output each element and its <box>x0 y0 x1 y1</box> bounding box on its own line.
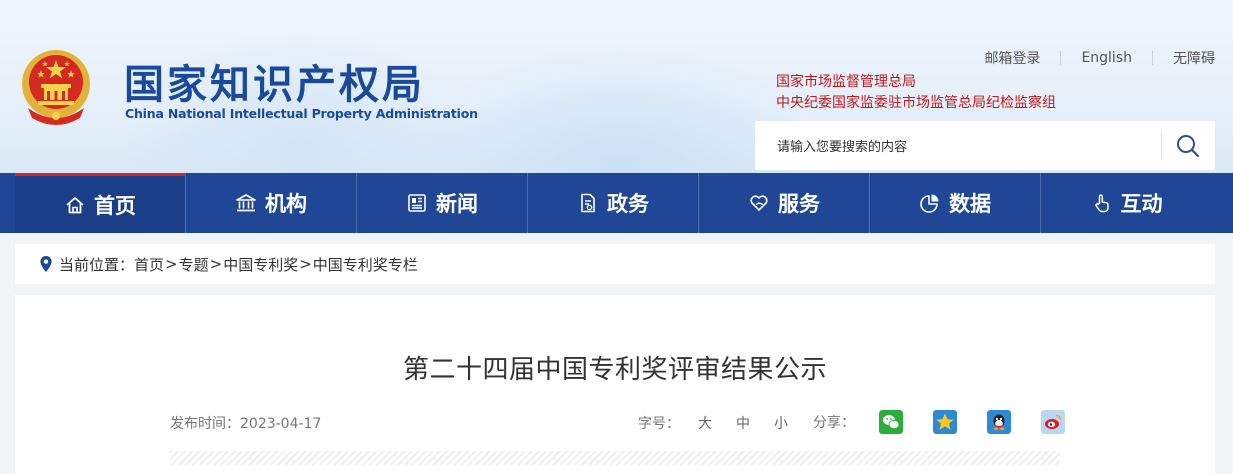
hand-pointer-icon <box>1094 194 1109 213</box>
search-input[interactable] <box>775 135 1159 159</box>
nav-label: 互动 <box>1120 192 1163 216</box>
wechat-icon[interactable] <box>879 410 903 434</box>
nav-label: 首页 <box>94 193 136 218</box>
divider <box>170 451 1060 465</box>
location-pin-icon <box>40 256 52 272</box>
site-logo-subtitle[interactable]: China National Intellectual Property Adm… <box>125 106 478 121</box>
divider <box>1152 51 1153 65</box>
nav-label: 数据 <box>949 192 991 216</box>
font-size-small-button[interactable]: 小 <box>774 413 788 433</box>
breadcrumb-link-topics[interactable]: 专题 <box>179 254 209 275</box>
divider <box>1060 51 1062 65</box>
nav-item-institution[interactable]: 机构 <box>186 173 357 233</box>
nav-item-government-affairs[interactable]: 政务 <box>528 173 699 233</box>
breadcrumb-separator: > <box>165 255 178 273</box>
breadcrumb-link-home[interactable]: 首页 <box>134 254 164 275</box>
english-link[interactable]: English <box>1081 50 1132 66</box>
nav-label: 服务 <box>778 192 820 216</box>
qzone-icon[interactable] <box>933 410 957 434</box>
font-size-large-button[interactable]: 大 <box>698 413 712 433</box>
search-icon[interactable] <box>1171 131 1205 161</box>
article-title: 第二十四届中国专利奖评审结果公示 <box>402 355 827 385</box>
nav-label: 新闻 <box>436 192 478 216</box>
org-link-samr[interactable]: 国家市场监督管理总局 <box>776 72 1056 93</box>
font-size-controls: 字号： 大 中 小 <box>638 413 788 433</box>
nav-item-interaction[interactable]: 互动 <box>1041 173 1212 233</box>
document-icon <box>581 193 595 213</box>
org-link-discipline-group[interactable]: 中央纪委国家监委驻市场监管总局纪检监察组 <box>776 93 1056 114</box>
font-size-medium-button[interactable]: 中 <box>736 413 750 433</box>
breadcrumb-separator: > <box>299 255 312 273</box>
newspaper-icon <box>408 194 426 212</box>
national-emblem-icon <box>22 50 90 125</box>
publish-date-label: 发布时间： <box>170 416 240 432</box>
home-icon <box>66 196 84 213</box>
accessibility-link[interactable]: 无障碍 <box>1173 48 1215 68</box>
heart-hand-icon <box>750 195 768 211</box>
breadcrumb-separator: > <box>209 255 223 273</box>
nav-label: 政务 <box>607 192 649 216</box>
share-bar: 分享： <box>813 410 1065 434</box>
main-nav: 首页 机构 新闻 政务 服务 数据 互动 <box>0 173 1233 233</box>
qq-icon[interactable] <box>987 410 1011 434</box>
nav-item-home[interactable]: 首页 <box>15 173 186 233</box>
article-panel: 第二十四届中国专利奖评审结果公示 发布时间：2023-04-17 字号： 大 中… <box>15 295 1215 474</box>
share-label: 分享： <box>813 415 855 431</box>
site-header: 国家知识产权局 China National Intellectual Prop… <box>0 0 1233 173</box>
font-size-label: 字号： <box>638 416 680 432</box>
parent-organizations: 国家市场监督管理总局 中央纪委国家监委驻市场监管总局纪检监察组 <box>776 72 1056 114</box>
site-logo-title[interactable]: 国家知识产权局 <box>124 52 425 110</box>
breadcrumb-link-patent-award[interactable]: 中国专利奖 <box>223 254 298 275</box>
nav-label: 机构 <box>265 192 307 216</box>
background-decoration <box>460 100 720 160</box>
top-links: 邮箱登录 English 无障碍 <box>984 48 1215 68</box>
nav-item-news[interactable]: 新闻 <box>357 173 528 233</box>
nav-item-services[interactable]: 服务 <box>699 173 870 233</box>
breadcrumb: 当前位置： 首页 > 专题 > 中国专利奖 > 中国专利奖专栏 <box>15 244 1215 284</box>
publish-date: 发布时间：2023-04-17 <box>170 413 321 433</box>
mail-login-link[interactable]: 邮箱登录 <box>984 48 1040 68</box>
institution-icon <box>236 194 256 212</box>
breadcrumb-link-patent-award-column[interactable]: 中国专利奖专栏 <box>313 254 418 275</box>
pie-chart-icon <box>920 194 939 213</box>
weibo-icon[interactable] <box>1041 410 1065 434</box>
search-box <box>755 121 1215 170</box>
publish-date-value: 2023-04-17 <box>240 416 322 432</box>
nav-item-data[interactable]: 数据 <box>870 173 1041 233</box>
divider <box>1161 133 1162 159</box>
breadcrumb-prefix: 当前位置： <box>59 255 135 274</box>
